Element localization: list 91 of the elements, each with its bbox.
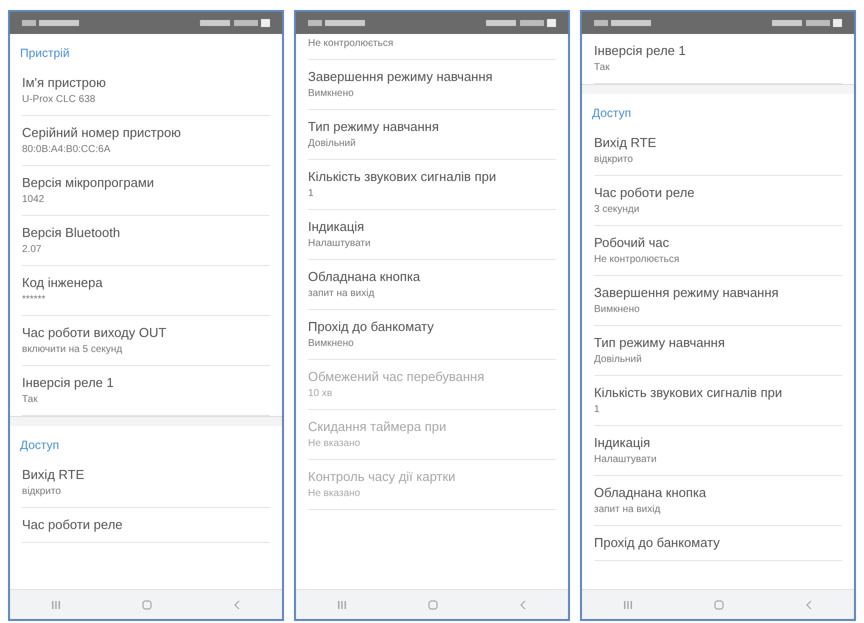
item-title: Ім'я пристрою [22,75,107,91]
item-value: Довільний [308,138,357,150]
item-title: Час роботи реле [22,517,124,533]
item-value: Не контролюється [594,254,680,266]
item-title: Вихід RTE [22,467,86,483]
settings-item[interactable]: Час роботи реле [22,508,270,543]
item-value: включити на 5 секунд [22,344,124,356]
item-value: Довільний [594,354,643,366]
back-icon[interactable] [805,600,814,610]
item-value: Не вказано [308,488,362,500]
item-title: Час роботи реле [594,185,696,201]
item-title: Робочий час [594,235,670,251]
item-value: U-Prox CLC 638 [22,94,96,106]
item-title: Завершення режиму навчання [594,285,780,301]
item-title: Обладнана кнопка [308,269,422,285]
item-value: запит на вихід [594,504,662,516]
settings-item[interactable]: Час роботи реле 3 секунди [594,176,842,226]
item-value: Не вказано [308,438,362,450]
item-value: Налаштувати [308,238,372,250]
settings-item[interactable]: Прохід до банкомату Вимкнено [308,310,556,360]
item-value: запит на вихід [308,288,376,300]
settings-item[interactable]: Версія Bluetooth 2.07 [22,216,270,266]
item-value: Вимкнено [308,88,355,100]
item-title: Час роботи виходу OUT [22,325,168,341]
item-value: 1 [594,404,601,416]
section-header: Доступ [19,437,60,454]
item-title: Тип режиму навчання [308,119,440,135]
item-title: Завершення режиму навчання [308,69,494,85]
item-title: Контроль часу дії картки [308,469,456,485]
item-value: Так [594,62,611,74]
settings-item[interactable]: Завершення режиму навчання Вимкнено [308,60,556,110]
settings-item[interactable]: Серійний номер пристрою 80:0B:A4:B0:CC:6A [22,116,270,166]
item-value: Вимкнено [594,304,641,316]
home-icon[interactable] [428,600,438,610]
settings-item[interactable]: Завершення режиму навчання Вимкнено [594,276,842,326]
section-header: Пристрій [19,45,71,62]
item-title: Обмежений час перебування [308,369,486,385]
item-value: відкрито [22,486,62,498]
back-icon[interactable] [519,600,528,610]
item-value: Так [22,394,39,406]
item-title: Індикація [594,435,652,451]
settings-item[interactable]: Вихід RTE відкрито [594,126,842,176]
item-title: Код інженера [22,275,104,291]
home-icon[interactable] [142,600,152,610]
item-title: Інверсія реле 1 [594,43,687,59]
settings-item[interactable]: Індикація Налаштувати [594,426,842,476]
item-value: 2.07 [22,244,42,256]
settings-item[interactable]: Час роботи виходу OUT включити на 5 секунд [22,316,270,366]
item-title: Кількість звукових сигналів при [594,385,784,401]
item-title: Інверсія реле 1 [22,375,115,391]
settings-item[interactable]: Індикація Налаштувати [308,210,556,260]
item-value: 10 хв [308,388,334,400]
item-value: Не контролюється [308,38,394,50]
item-title: Скидання таймера при [308,419,448,435]
item-value: 1 [308,188,315,200]
item-title: Індикація [308,219,366,235]
settings-item[interactable]: Обладнана кнопка запит на вихід [594,476,842,526]
item-value: Вимкнено [308,338,355,350]
settings-item[interactable]: Кількість звукових сигналів при 1 [308,160,556,210]
settings-item[interactable]: Обладнана кнопка запит на вихід [308,260,556,310]
item-title: Вихід RTE [594,135,658,151]
settings-item[interactable]: Тип режиму навчання Довільний [594,326,842,376]
home-icon[interactable] [714,600,724,610]
settings-item[interactable]: Версія мікропрограми 1042 [22,166,270,216]
item-title: Версія Bluetooth [22,225,122,241]
settings-item[interactable]: Ім'я пристрою U-Prox CLC 638 [22,66,270,116]
back-icon[interactable] [233,600,242,610]
settings-item[interactable]: Кількість звукових сигналів при 1 [594,376,842,426]
item-value: Налаштувати [594,454,658,466]
settings-item[interactable]: Вихід RTE відкрито [22,458,270,508]
settings-item[interactable]: Не контролюється [308,34,556,60]
section-header: Доступ [591,105,632,122]
item-value: ****** [22,294,46,306]
item-value: 3 секунди [594,204,640,216]
item-value: 80:0B:A4:B0:CC:6A [22,144,112,156]
item-title: Версія мікропрограми [22,175,156,191]
item-title: Прохід до банкомату [308,319,435,335]
recent-apps-icon[interactable] [50,600,61,610]
settings-item[interactable]: Прохід до банкомату [594,526,842,561]
settings-item[interactable]: Тип режиму навчання Довільний [308,110,556,160]
item-title: Обладнана кнопка [594,485,708,501]
item-title: Серійний номер пристрою [22,125,182,141]
recent-apps-icon[interactable] [336,600,347,610]
item-title: Тип режиму навчання [594,335,726,351]
recent-apps-icon[interactable] [622,600,633,610]
item-value: відкрито [594,154,634,166]
item-title: Кількість звукових сигналів при [308,169,498,185]
item-title: Прохід до банкомату [594,535,721,551]
item-value: 1042 [22,194,46,206]
settings-item[interactable]: Робочий час Не контролюється [594,226,842,276]
settings-item[interactable]: Код інженера ****** [22,266,270,316]
